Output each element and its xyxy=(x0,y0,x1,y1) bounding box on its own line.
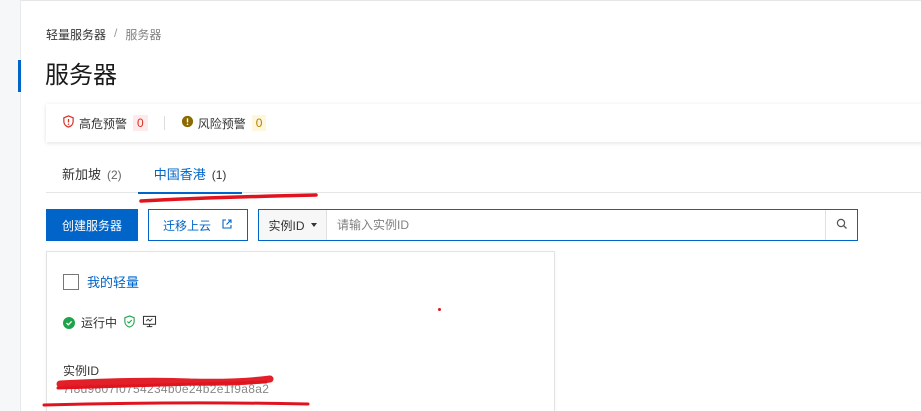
alert-divider xyxy=(163,116,165,130)
running-status-icon xyxy=(63,316,75,329)
tab-label: 中国香港 xyxy=(153,167,206,182)
breadcrumb-current: 服务器 xyxy=(125,28,162,42)
tab-count: (2) xyxy=(107,168,122,182)
left-nav-rail xyxy=(0,0,21,411)
instance-id-label: 实例ID xyxy=(63,364,100,378)
external-link-icon xyxy=(221,218,233,233)
shield-alert-icon xyxy=(62,115,75,131)
instance-status-row: 运行中 xyxy=(63,314,157,331)
breadcrumb-root[interactable]: 轻量服务器 xyxy=(46,26,106,43)
search-field-select[interactable]: 实例ID xyxy=(259,210,328,240)
tab-singapore[interactable]: 新加坡 (2) xyxy=(46,163,138,193)
tab-hong-kong[interactable]: 中国香港 (1) xyxy=(137,163,243,194)
search-input[interactable] xyxy=(327,210,826,240)
monitor-icon[interactable] xyxy=(142,315,157,331)
instance-name-link[interactable]: 我的轻量 xyxy=(87,272,139,291)
high-risk-alert-label: 高危预警 xyxy=(79,116,128,131)
search-button[interactable] xyxy=(825,210,857,240)
instance-card: 我的轻量 运行中 实例ID 7f8d9607f0754234b0e24b2e1f… xyxy=(46,251,555,411)
risk-alert[interactable]: 风险预警 0 xyxy=(181,115,267,132)
search-icon xyxy=(836,218,848,233)
risk-alert-count: 0 xyxy=(251,115,267,131)
warning-circle-icon xyxy=(181,115,194,131)
search-field-selected: 实例ID xyxy=(268,218,305,233)
alert-summary-card: 高危预警 0 风险预警 0 xyxy=(46,104,921,142)
high-risk-alert[interactable]: 高危预警 0 xyxy=(62,115,148,132)
nav-active-marker xyxy=(18,60,21,92)
high-risk-alert-count: 0 xyxy=(133,115,148,131)
create-server-button[interactable]: 创建服务器 xyxy=(46,209,139,241)
tab-label: 新加坡 xyxy=(62,167,102,182)
caret-down-icon xyxy=(310,223,317,227)
instance-id-value: 7f8d9607f0754234b0e24b2e1f9a8a2 xyxy=(63,382,270,396)
region-tabs: 新加坡 (2) 中国香港 (1) xyxy=(46,163,921,194)
page-title: 服务器 xyxy=(45,62,117,89)
shield-check-icon[interactable] xyxy=(123,314,136,331)
tab-count: (1) xyxy=(211,168,227,182)
instance-search: 实例ID xyxy=(258,209,859,241)
migrate-to-cloud-button[interactable]: 迁移上云 xyxy=(148,209,249,241)
instance-card-header: 我的轻量 xyxy=(63,272,139,291)
breadcrumb-separator: / xyxy=(114,26,118,40)
instance-checkbox[interactable] xyxy=(63,273,79,290)
breadcrumb: 轻量服务器 / 服务器 xyxy=(46,26,161,43)
toolbar: 创建服务器 迁移上云 实例ID xyxy=(46,209,859,241)
instance-status-text: 运行中 xyxy=(81,316,118,330)
risk-alert-label: 风险预警 xyxy=(197,116,246,131)
migrate-button-label: 迁移上云 xyxy=(163,218,212,233)
top-divider xyxy=(21,0,921,1)
